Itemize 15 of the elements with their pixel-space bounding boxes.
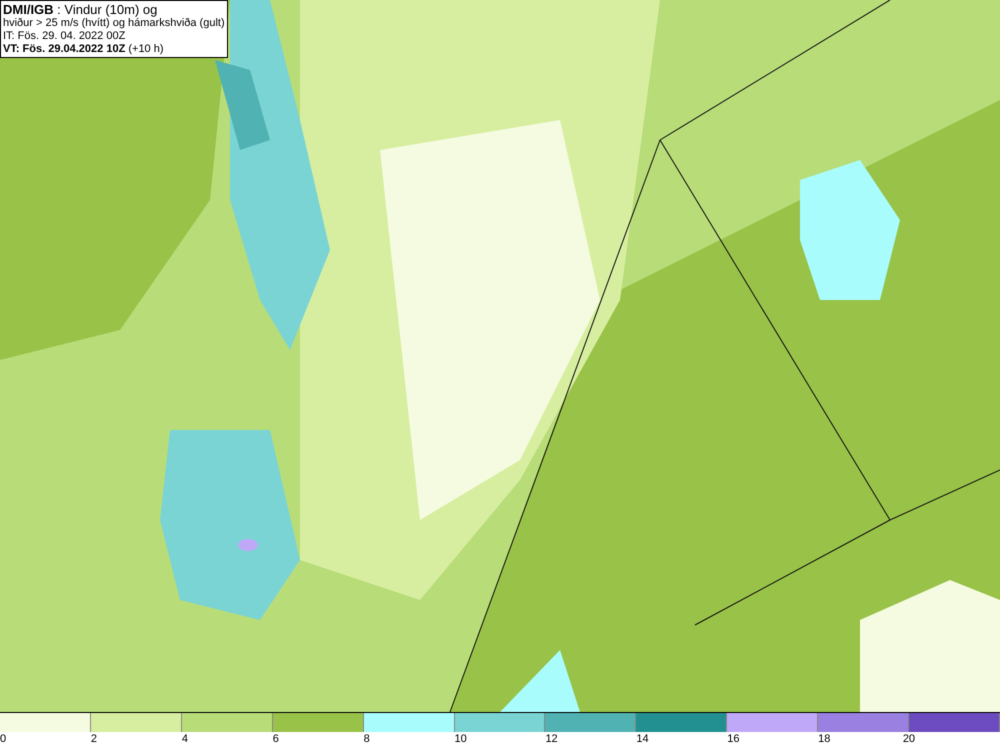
title-line: hviður > 25 m/s (hvítt) og hámarkshviða (gult) [3, 17, 225, 30]
title-line: DMI/IGB : Vindur (10m) og [3, 2, 158, 17]
title-line: VT: Fös. 29.04.2022 10Z (+10 h) [3, 43, 165, 56]
legend-tick-label: 20 [902, 732, 916, 746]
legend-tick-label: 8 [364, 732, 370, 746]
legend-tick-label: 0 [0, 732, 6, 746]
legend-tick-label: 4 [182, 732, 188, 746]
legend-tick-label: 12 [545, 732, 558, 746]
legend-tick-label: 6 [272, 732, 279, 746]
legend-tick-label: 2 [90, 732, 98, 746]
legend-tick-label: 16 [727, 732, 740, 746]
title-line: IT: Fös. 29. 04. 2022 00Z [3, 30, 126, 43]
legend-tick-label: 10 [454, 732, 467, 746]
legend-tick-label: 14 [636, 732, 649, 746]
legend-tick-label: 18 [818, 732, 830, 746]
